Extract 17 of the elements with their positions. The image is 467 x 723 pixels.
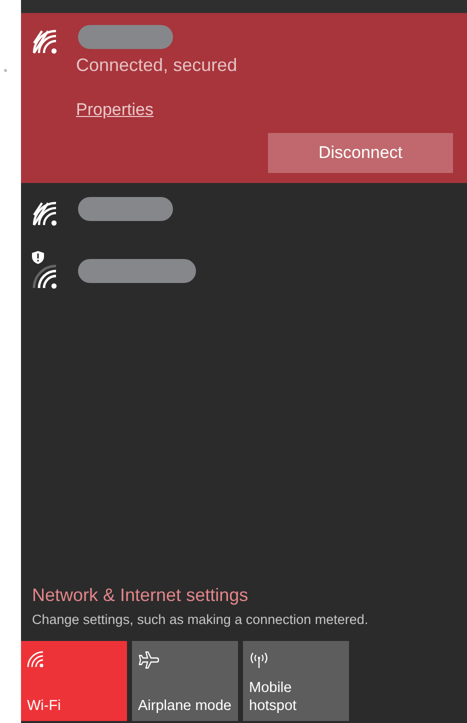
connection-status: Connected, secured — [76, 55, 238, 76]
wifi-tile[interactable]: Wi-Fi — [21, 641, 127, 721]
wifi-icon — [32, 264, 58, 290]
hotspot-icon — [249, 651, 269, 669]
wifi-icon — [32, 29, 58, 55]
properties-link[interactable]: Properties — [76, 100, 154, 120]
dot-mark — [4, 69, 7, 72]
airplane-tile[interactable]: Airplane mode — [132, 641, 238, 721]
disconnect-button[interactable]: Disconnect — [268, 133, 453, 173]
hotspot-tile[interactable]: Mobile hotspot — [243, 641, 349, 721]
wifi-icon — [27, 651, 45, 669]
warning-shield-icon — [32, 251, 44, 264]
airplane-icon — [138, 651, 160, 669]
selected-network[interactable]: Connected, secured Properties Disconnect — [21, 13, 467, 183]
wifi-icon — [32, 201, 58, 227]
settings-description: Change settings, such as making a connection metered. — [31, 612, 368, 627]
settings-link[interactable]: Network & Internet settings — [21, 585, 467, 606]
